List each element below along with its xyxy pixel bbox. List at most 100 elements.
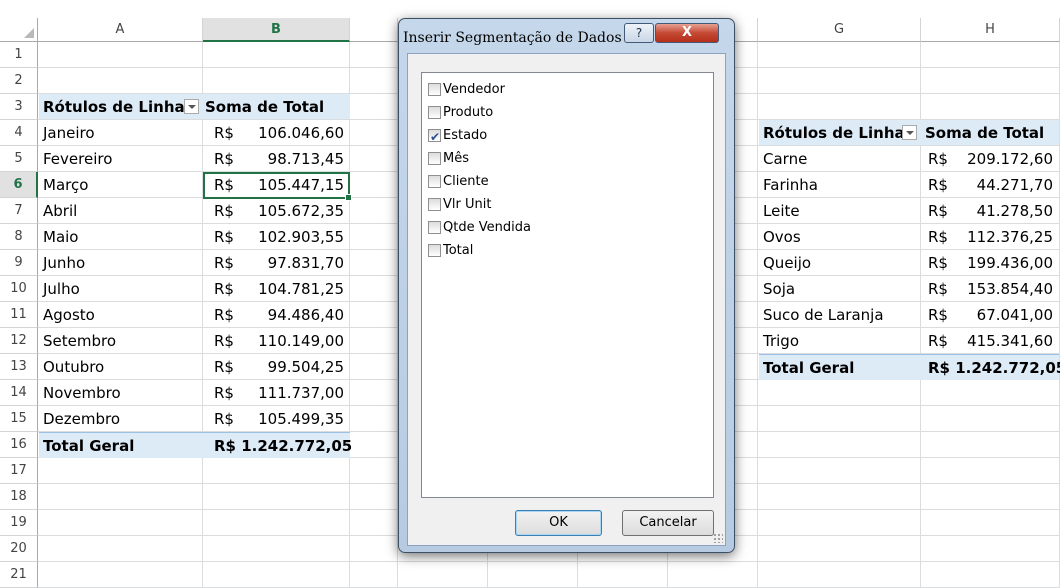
cell[interactable]	[350, 120, 398, 146]
cell[interactable]	[350, 328, 398, 354]
pivot-total-row[interactable]: Total Geral R$ 1.242.772,05	[759, 354, 1060, 380]
cell[interactable]	[350, 354, 398, 380]
checkbox[interactable]	[428, 152, 441, 165]
cell[interactable]	[921, 536, 1060, 562]
pivot-header-row[interactable]: Rótulos de Linha Soma de Total	[39, 94, 350, 119]
row-header[interactable]: 9	[0, 250, 38, 276]
cell[interactable]	[398, 562, 488, 588]
cell[interactable]	[758, 562, 921, 588]
cell[interactable]	[203, 68, 350, 94]
cell[interactable]	[350, 224, 398, 250]
cell[interactable]	[38, 484, 203, 510]
checkbox[interactable]	[428, 198, 441, 211]
cell[interactable]	[921, 94, 1060, 120]
cell[interactable]	[921, 406, 1060, 432]
cell[interactable]	[921, 42, 1060, 68]
pivot-item-row[interactable]: Soja R$ 153.854,40	[759, 276, 1059, 301]
row-header[interactable]: 8	[0, 224, 38, 250]
cell[interactable]	[350, 536, 398, 562]
row-header[interactable]: 18	[0, 484, 38, 510]
cell[interactable]	[668, 562, 758, 588]
cell[interactable]	[350, 484, 398, 510]
cell[interactable]	[350, 250, 398, 276]
cell[interactable]	[758, 484, 921, 510]
pivot-item-row[interactable]: Janeiro R$ 106.046,60	[39, 120, 350, 145]
cell[interactable]	[350, 94, 398, 120]
pivot-item-row[interactable]: Farinha R$ 44.271,70	[759, 172, 1059, 197]
cell[interactable]	[921, 510, 1060, 536]
cell[interactable]	[921, 458, 1060, 484]
cell[interactable]	[758, 536, 921, 562]
pivot-item-row[interactable]: Trigo R$ 415.341,60	[759, 328, 1059, 353]
cell[interactable]	[921, 562, 1060, 588]
row-header[interactable]: 20	[0, 536, 38, 562]
filter-dropdown-icon[interactable]	[902, 125, 917, 140]
row-header[interactable]: 21	[0, 562, 38, 588]
cell[interactable]	[758, 94, 921, 120]
cell[interactable]	[203, 510, 350, 536]
cell[interactable]	[350, 146, 398, 172]
pivot-item-row[interactable]: Carne R$ 209.172,60	[759, 146, 1059, 171]
cell[interactable]	[578, 562, 668, 588]
pivot-total-row[interactable]: Total Geral R$ 1.242.772,05	[39, 432, 352, 458]
pivot-item-row[interactable]: Outubro R$ 99.504,25	[39, 354, 350, 379]
checkbox[interactable]	[428, 106, 441, 119]
row-header[interactable]: 15	[0, 406, 38, 432]
pivot-item-row[interactable]: Dezembro R$ 105.499,35	[39, 406, 350, 431]
cell[interactable]	[488, 562, 578, 588]
cell[interactable]	[203, 562, 350, 588]
cell[interactable]	[921, 484, 1060, 510]
pivot-item-row[interactable]: Leite R$ 41.278,50	[759, 198, 1059, 223]
pivot-item-row[interactable]: Agosto R$ 94.486,40	[39, 302, 350, 327]
pivot-item-row[interactable]: Novembro R$ 111.737,00	[39, 380, 350, 405]
row-header[interactable]: 11	[0, 302, 38, 328]
cell[interactable]	[350, 406, 398, 432]
cell[interactable]	[350, 68, 398, 94]
cell[interactable]	[350, 380, 398, 406]
column-header-a[interactable]: A	[38, 18, 203, 42]
cell[interactable]	[350, 198, 398, 224]
column-header-b[interactable]: B	[203, 18, 350, 42]
cell[interactable]	[921, 68, 1060, 94]
cell[interactable]	[38, 458, 203, 484]
row-header[interactable]: 14	[0, 380, 38, 406]
cell[interactable]	[38, 42, 203, 68]
pivot-item-row[interactable]: Julho R$ 104.781,25	[39, 276, 350, 301]
cell[interactable]	[350, 510, 398, 536]
filter-dropdown-icon[interactable]	[184, 99, 199, 114]
checkbox[interactable]	[428, 244, 441, 257]
checkbox[interactable]	[428, 221, 441, 234]
resize-grip-icon[interactable]	[713, 533, 723, 543]
cell[interactable]	[203, 458, 350, 484]
checkbox[interactable]	[428, 83, 441, 96]
pivot-header-row[interactable]: Rótulos de Linha Soma de Total	[759, 120, 1059, 145]
checkbox[interactable]	[428, 126, 441, 148]
cell[interactable]	[350, 302, 398, 328]
cell[interactable]	[350, 458, 398, 484]
pivot-item-row[interactable]: Junho R$ 97.831,70	[39, 250, 350, 275]
cell[interactable]	[203, 536, 350, 562]
pivot-item-row[interactable]: Ovos R$ 112.376,25	[759, 224, 1059, 249]
cell[interactable]	[350, 432, 398, 458]
cell[interactable]	[203, 484, 350, 510]
ok-button[interactable]: OK	[515, 510, 602, 536]
row-header[interactable]: 7	[0, 198, 38, 224]
row-header[interactable]: 12	[0, 328, 38, 354]
row-header[interactable]: 1	[0, 42, 38, 68]
cell[interactable]	[758, 510, 921, 536]
cell[interactable]	[203, 42, 350, 68]
column-header-g[interactable]: G	[758, 18, 921, 42]
cell[interactable]	[38, 536, 203, 562]
row-header[interactable]: 13	[0, 354, 38, 380]
cell[interactable]	[758, 458, 921, 484]
cell[interactable]	[38, 68, 203, 94]
column-header-h[interactable]: H	[921, 18, 1060, 42]
cell[interactable]	[758, 68, 921, 94]
cell[interactable]	[38, 510, 203, 536]
row-header[interactable]: 5	[0, 146, 38, 172]
cell[interactable]	[758, 432, 921, 458]
cell[interactable]	[350, 276, 398, 302]
pivot-item-row[interactable]: Setembro R$ 110.149,00	[39, 328, 350, 353]
cell[interactable]	[921, 432, 1060, 458]
cell[interactable]	[758, 42, 921, 68]
